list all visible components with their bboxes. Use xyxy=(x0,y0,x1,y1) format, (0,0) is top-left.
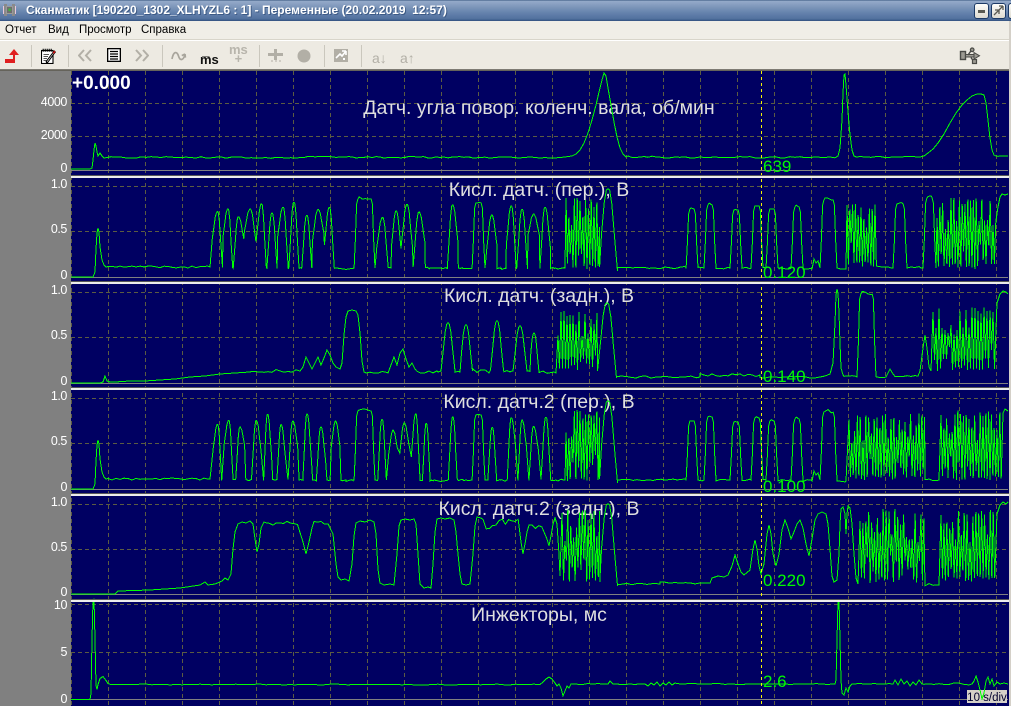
svg-text:Датч. угла повор. коленч. вала: Датч. угла повор. коленч. вала, об/мин xyxy=(363,97,714,119)
svg-text:Инжекторы, мс: Инжекторы, мс xyxy=(471,604,607,626)
svg-text:Кисл. датч.2 (задн.), В: Кисл. датч.2 (задн.), В xyxy=(439,498,640,520)
svg-text:10 s/div: 10 s/div xyxy=(967,692,1007,704)
svg-text:Кисл. датч. (пер.), В: Кисл. датч. (пер.), В xyxy=(449,179,629,201)
